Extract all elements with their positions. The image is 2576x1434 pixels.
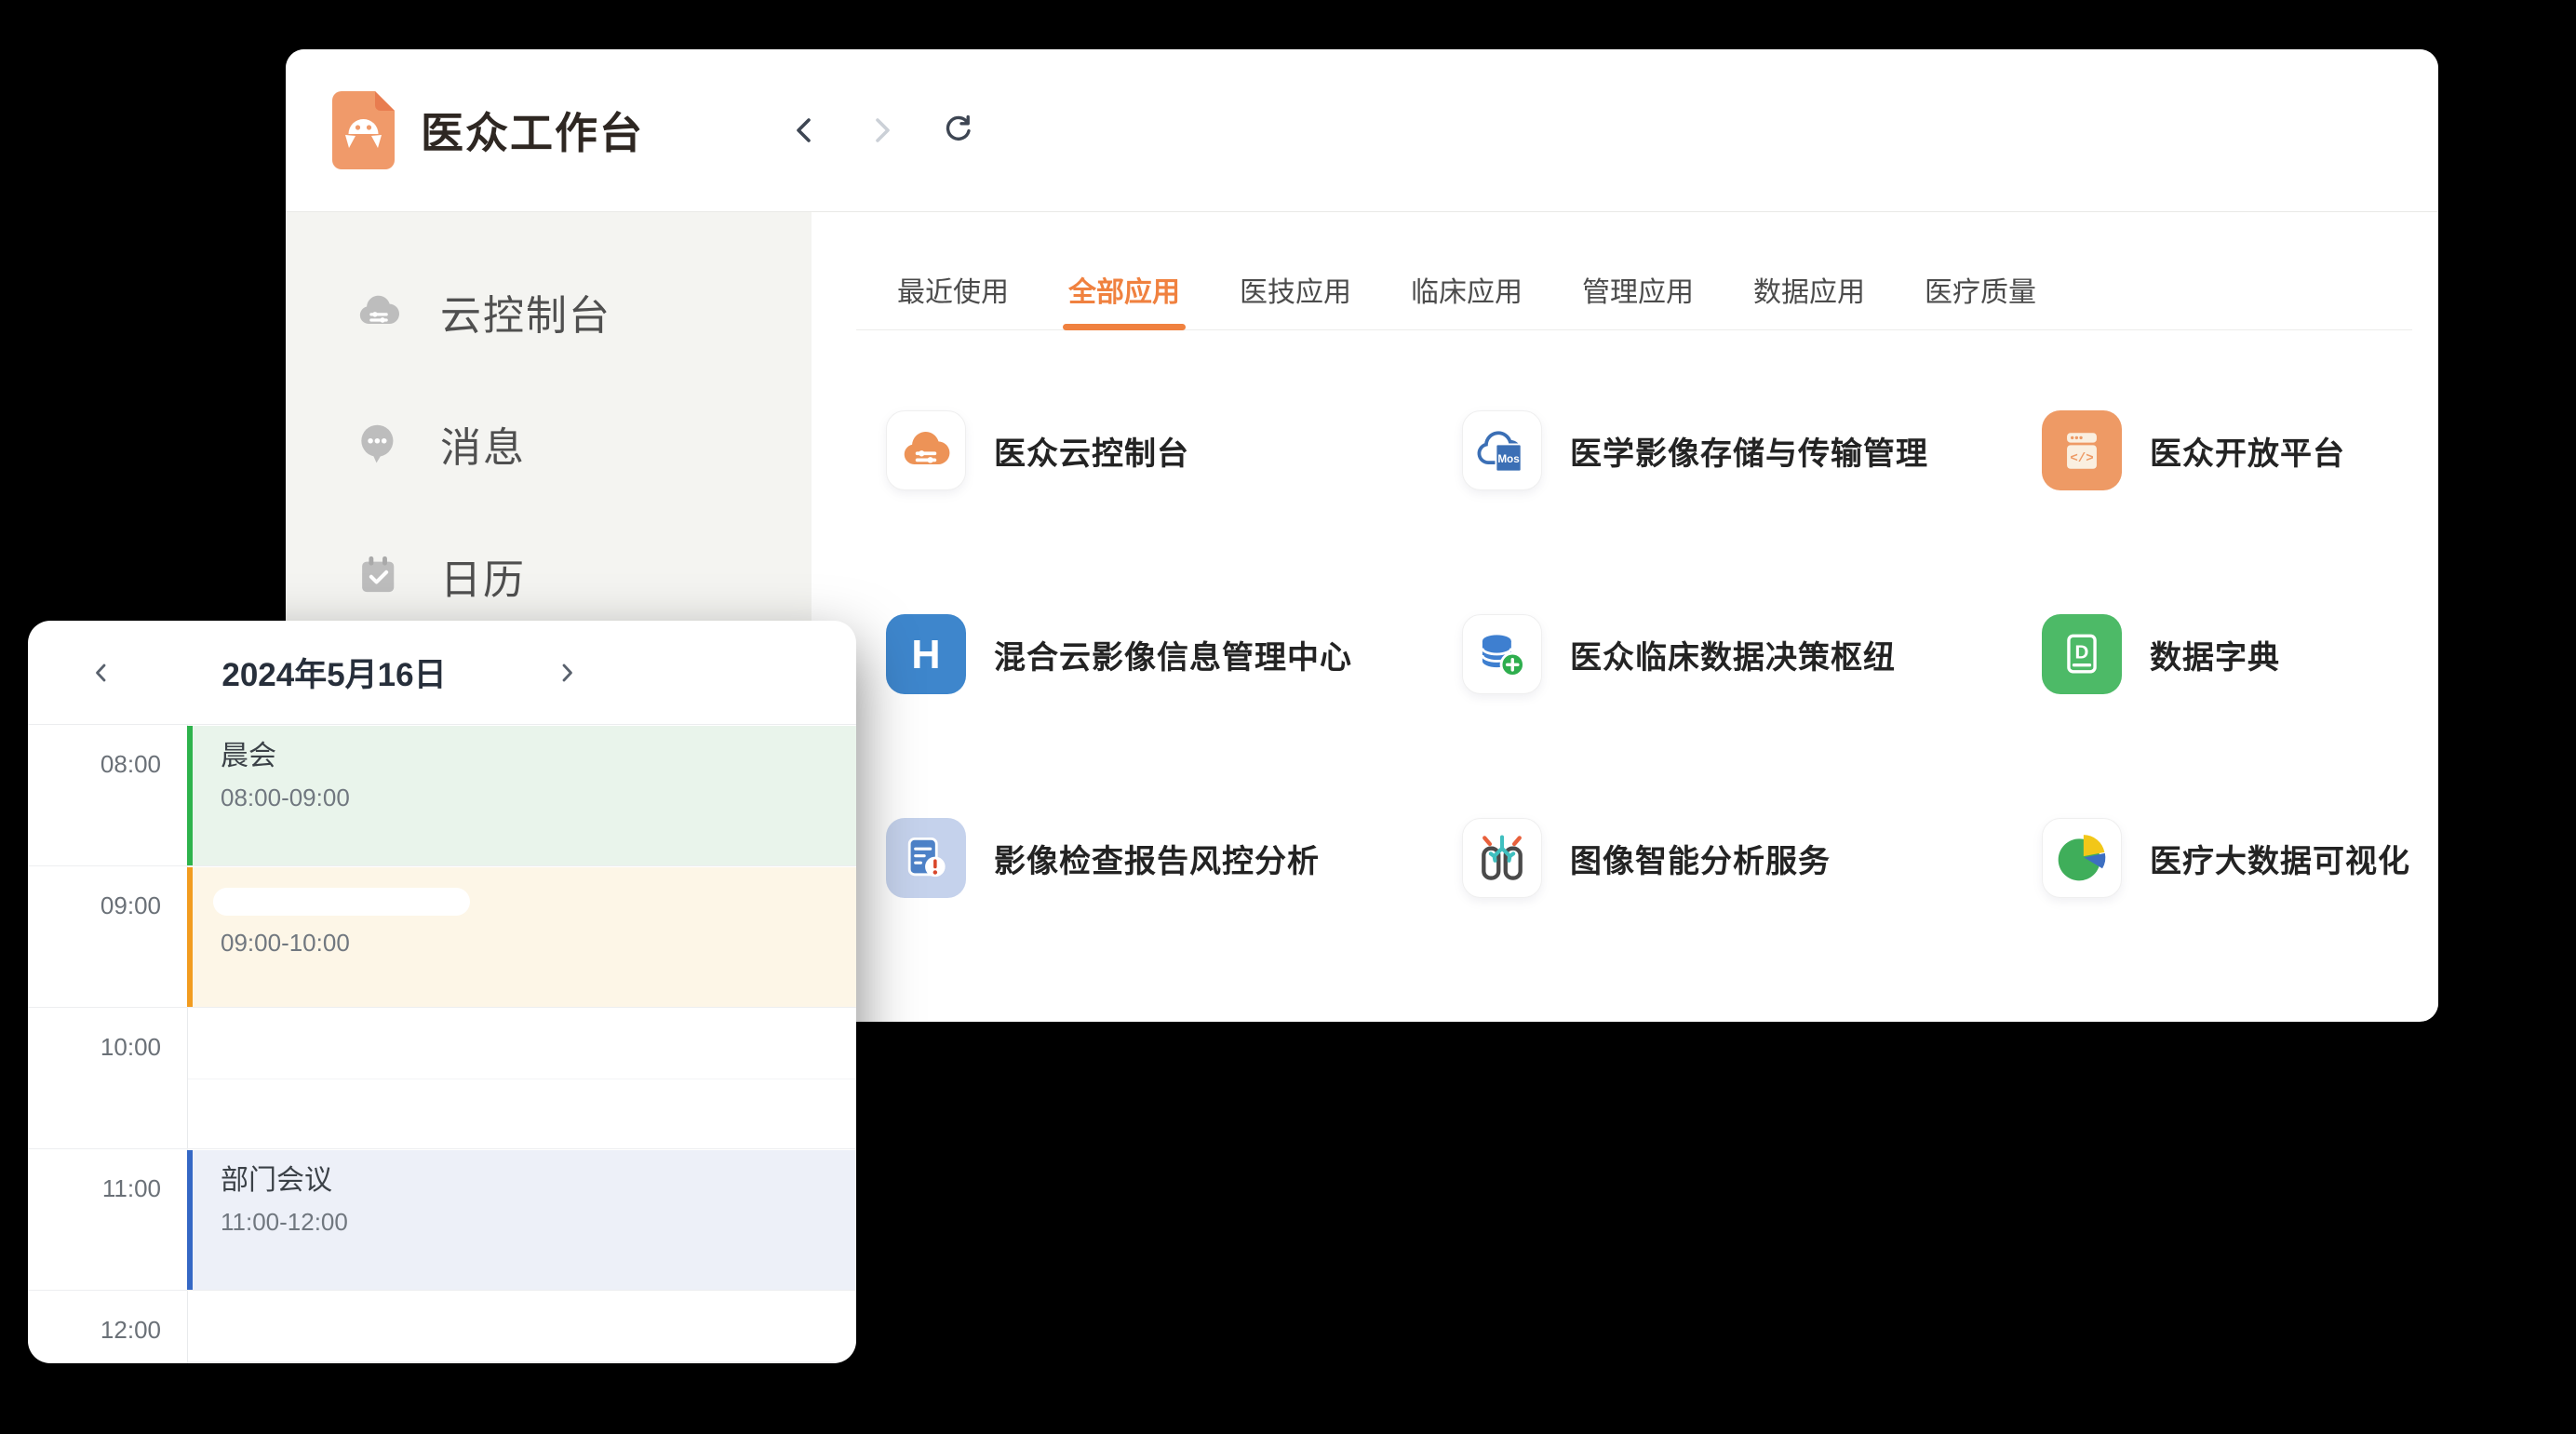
lungs-icon bbox=[1462, 818, 1542, 898]
svg-text:D: D bbox=[2075, 642, 2089, 663]
sidebar-item-label: 消息 bbox=[440, 414, 526, 474]
app-big-data-visualization[interactable]: 医疗大数据可视化 bbox=[2042, 818, 2438, 898]
calendar-event-department-meeting[interactable]: 部门会议 11:00-12:00 bbox=[187, 1150, 856, 1290]
window-title: 医众工作台 bbox=[421, 100, 644, 161]
svg-text:</>: </> bbox=[2070, 451, 2093, 466]
app-label: 医学影像存储与传输管理 bbox=[1570, 428, 1928, 474]
event-time: 11:00-12:00 bbox=[221, 1208, 856, 1237]
database-plus-icon bbox=[1462, 614, 1542, 694]
app-open-platform[interactable]: </> 医众开放平台 bbox=[2042, 410, 2438, 490]
tab-clinical-apps[interactable]: 临床应用 bbox=[1411, 212, 1523, 330]
event-time: 09:00-10:00 bbox=[221, 929, 856, 958]
cloud-console-icon bbox=[355, 288, 403, 336]
report-alert-icon bbox=[886, 818, 966, 898]
calendar-next-day-icon[interactable] bbox=[553, 659, 581, 687]
calendar-header: 2024年5月16日 bbox=[28, 621, 856, 725]
refresh-icon[interactable] bbox=[941, 114, 974, 147]
calendar-row-0900: 09:00 09:00-10:00 bbox=[28, 866, 856, 1008]
app-label: 医众开放平台 bbox=[2150, 428, 2345, 474]
code-window-icon: </> bbox=[2042, 410, 2122, 490]
app-label: 医疗大数据可视化 bbox=[2150, 836, 2410, 881]
calendar-event-redacted[interactable]: 09:00-10:00 bbox=[187, 867, 856, 1007]
app-label: 图像智能分析服务 bbox=[1570, 836, 1831, 881]
hour-label: 10:00 bbox=[28, 1033, 161, 1062]
app-label: 医众云控制台 bbox=[994, 428, 1189, 474]
app-label: 混合云影像信息管理中心 bbox=[994, 632, 1352, 677]
calendar-day-grid: 08:00 晨会 08:00-09:00 09:00 09:00-10:00 1… bbox=[28, 725, 856, 1363]
sidebar-item-label: 日历 bbox=[440, 546, 526, 606]
sidebar-item-messages[interactable]: 消息 bbox=[286, 378, 812, 510]
app-report-risk-analysis[interactable]: 影像检查报告风控分析 bbox=[886, 818, 1462, 898]
calendar-row-1000: 10:00 bbox=[28, 1008, 856, 1149]
event-title: 部门会议 bbox=[221, 1163, 856, 1199]
calendar-date-title: 2024年5月16日 bbox=[208, 649, 460, 696]
svg-text:H: H bbox=[911, 633, 940, 677]
app-clinical-data-hub[interactable]: 医众临床数据决策枢纽 bbox=[1462, 614, 2042, 694]
tab-management-apps[interactable]: 管理应用 bbox=[1582, 212, 1694, 330]
event-title: 晨会 bbox=[221, 739, 856, 774]
calendar-row-1200: 12:00 bbox=[28, 1291, 856, 1363]
tab-recent[interactable]: 最近使用 bbox=[897, 212, 1009, 330]
app-label: 医众临床数据决策枢纽 bbox=[1570, 632, 1896, 677]
app-label: 影像检查报告风控分析 bbox=[994, 836, 1320, 881]
app-image-ai-analysis[interactable]: 图像智能分析服务 bbox=[1462, 818, 2042, 898]
hour-label: 09:00 bbox=[28, 891, 161, 920]
calendar-row-1100: 11:00 部门会议 11:00-12:00 bbox=[28, 1149, 856, 1291]
dictionary-book-icon: D bbox=[2042, 614, 2122, 694]
sidebar-item-label: 云控制台 bbox=[440, 282, 611, 342]
calendar-prev-day-icon[interactable] bbox=[87, 659, 115, 687]
calendar-panel: 2024年5月16日 08:00 晨会 08:00-09:00 09:00 09… bbox=[28, 621, 856, 1363]
calendar-row-0800: 08:00 晨会 08:00-09:00 bbox=[28, 725, 856, 866]
app-grid: 医众云控制台 Mos 医学影像存储与传输管理 bbox=[886, 410, 2438, 898]
back-icon[interactable] bbox=[788, 114, 822, 147]
tab-all-apps[interactable]: 全部应用 bbox=[1068, 212, 1180, 330]
calendar-icon bbox=[355, 552, 403, 600]
hour-label: 08:00 bbox=[28, 750, 161, 779]
tab-data-apps[interactable]: 数据应用 bbox=[1753, 212, 1865, 330]
app-hybrid-cloud-center[interactable]: H 混合云影像信息管理中心 bbox=[886, 614, 1462, 694]
app-data-dictionary[interactable]: D 数据字典 bbox=[2042, 614, 2438, 694]
app-imaging-storage[interactable]: Mos 医学影像存储与传输管理 bbox=[1462, 410, 2042, 490]
forward-icon[interactable] bbox=[865, 114, 898, 147]
hour-label: 12:00 bbox=[28, 1316, 161, 1345]
calendar-event-morning-meeting[interactable]: 晨会 08:00-09:00 bbox=[187, 726, 856, 865]
tab-medtech-apps[interactable]: 医技应用 bbox=[1240, 212, 1351, 330]
window-header: 医众工作台 bbox=[286, 49, 2438, 212]
screen-background: 医众工作台 bbox=[0, 0, 2576, 1434]
app-logo-icon bbox=[332, 91, 395, 169]
nav-group bbox=[788, 114, 974, 147]
message-icon bbox=[355, 420, 403, 468]
pie-chart-icon bbox=[2042, 818, 2122, 898]
app-label: 数据字典 bbox=[2150, 632, 2280, 677]
sidebar-item-cloud-console[interactable]: 云控制台 bbox=[286, 246, 812, 378]
tab-quality[interactable]: 医疗质量 bbox=[1925, 212, 2036, 330]
cloud-sliders-icon bbox=[886, 410, 966, 490]
event-time: 08:00-09:00 bbox=[221, 784, 856, 812]
tab-bar: 最近使用 全部应用 医技应用 临床应用 管理应用 数据应用 医疗质量 bbox=[812, 212, 2438, 330]
redacted-event-title bbox=[213, 888, 470, 916]
hour-label: 11:00 bbox=[28, 1174, 161, 1203]
cloud-storage-icon: Mos bbox=[1462, 410, 1542, 490]
hybrid-cloud-icon: H bbox=[886, 614, 966, 694]
content-area: 最近使用 全部应用 医技应用 临床应用 管理应用 数据应用 医疗质量 bbox=[812, 212, 2438, 1021]
app-cloud-console[interactable]: 医众云控制台 bbox=[886, 410, 1462, 490]
svg-text:Mos: Mos bbox=[1497, 453, 1520, 465]
